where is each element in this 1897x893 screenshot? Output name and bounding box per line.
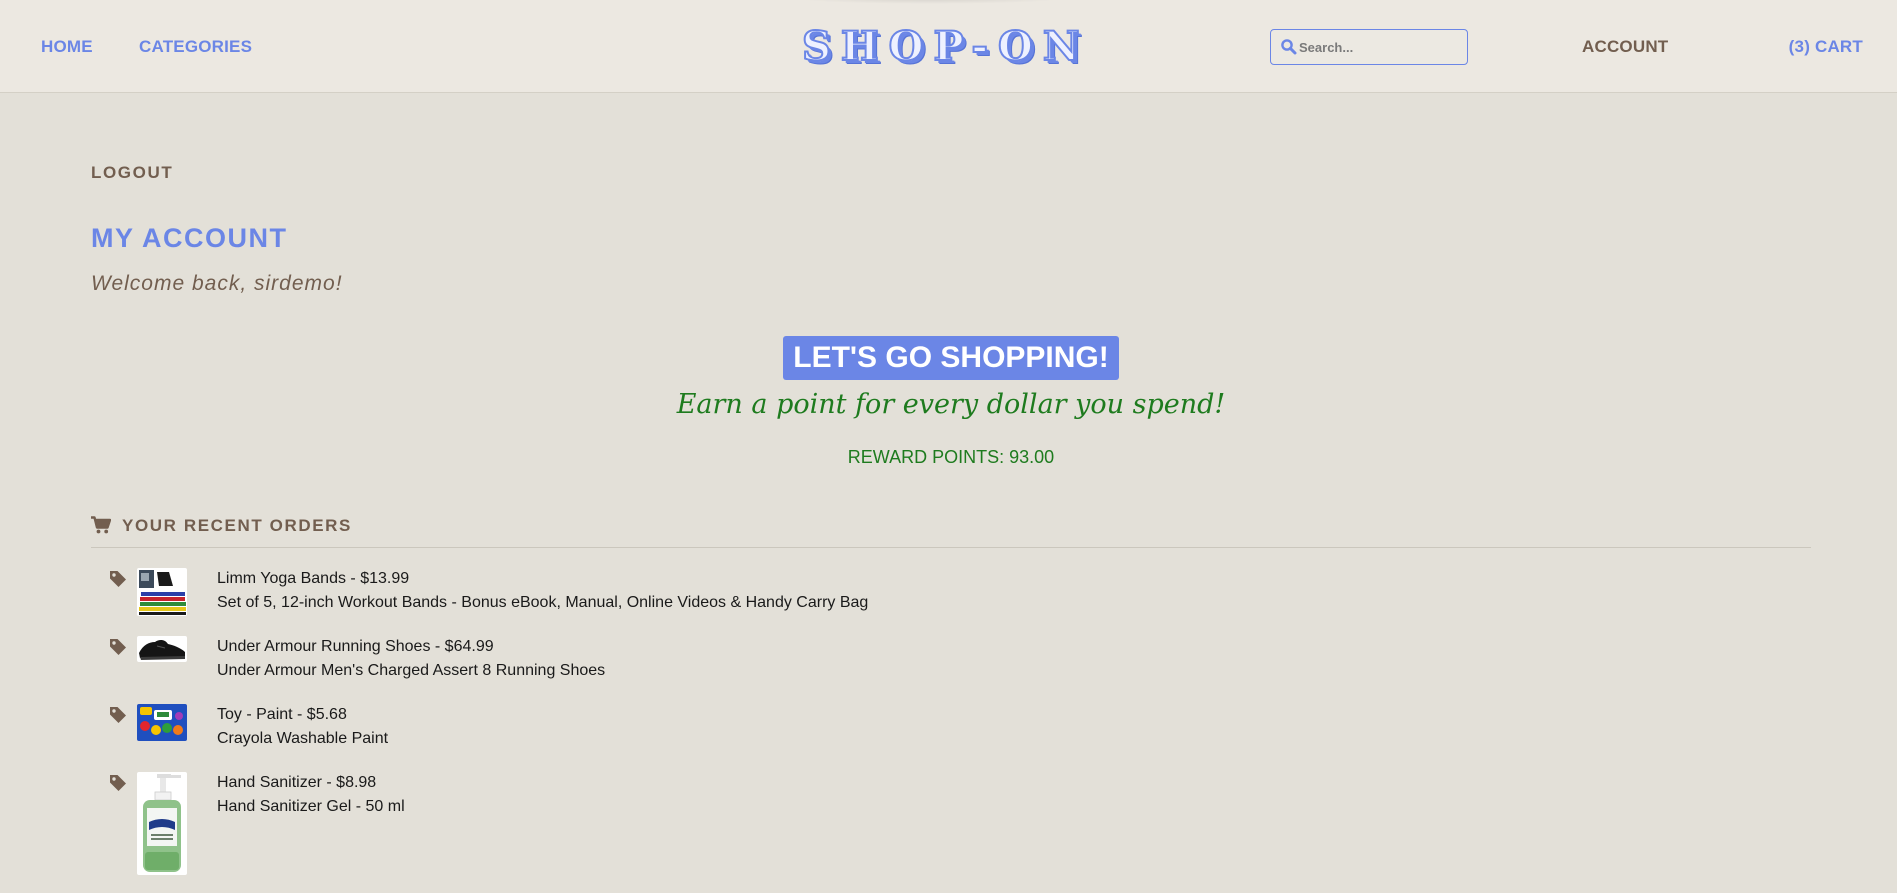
order-description: Crayola Washable Paint	[217, 730, 389, 747]
order-title[interactable]: Limm Yoga Bands - $13.99	[217, 570, 409, 588]
price-tag-icon	[110, 571, 126, 587]
order-description: Hand Sanitizer Gel - 50 ml	[217, 798, 405, 815]
paint-set-thumbnail[interactable]	[137, 704, 187, 741]
running-shoes-thumbnail[interactable]	[137, 636, 187, 662]
order-title[interactable]: Hand Sanitizer - $8.98	[217, 774, 376, 792]
order-description: Set of 5, 12-inch Workout Bands - Bonus …	[217, 594, 869, 611]
logout-link[interactable]: LOGOUT	[91, 163, 173, 183]
top-navbar: HOME CATEGORIES SHOP-ON ACCOUNT (3) CART	[0, 0, 1897, 93]
hand-sanitizer-thumbnail[interactable]	[137, 772, 187, 875]
recent-orders-title: YOUR RECENT ORDERS	[122, 516, 352, 535]
welcome-message: Welcome back, sirdemo!	[91, 272, 343, 295]
search-box[interactable]	[1270, 29, 1468, 65]
order-item[interactable]: Limm Yoga Bands - $13.99 Set of 5, 12-in…	[109, 568, 1009, 628]
search-icon	[1281, 39, 1297, 55]
search-input[interactable]	[1299, 32, 1463, 62]
lets-go-shopping-button[interactable]: LET'S GO SHOPPING!	[783, 336, 1119, 380]
nav-categories-link[interactable]: CATEGORIES	[139, 37, 252, 57]
nav-account-link[interactable]: ACCOUNT	[1582, 37, 1668, 57]
logo-shadow	[790, 0, 1070, 4]
price-tag-icon	[110, 639, 126, 655]
nav-cart-link[interactable]: (3) CART	[1789, 37, 1863, 57]
nav-home-link[interactable]: HOME	[41, 37, 93, 57]
order-item[interactable]: Toy - Paint - $5.68 Crayola Washable Pai…	[109, 704, 1009, 764]
order-item[interactable]: Under Armour Running Shoes - $64.99 Unde…	[109, 636, 1009, 696]
price-tag-icon	[110, 775, 126, 791]
price-tag-icon	[110, 707, 126, 723]
shopping-cart-icon	[91, 516, 111, 534]
shop-on-logo[interactable]: SHOP-ON	[801, 22, 1102, 72]
page-title: MY ACCOUNT	[91, 223, 288, 253]
order-title[interactable]: Under Armour Running Shoes - $64.99	[217, 638, 494, 656]
earn-points-tagline: Earn a point for every dollar you spend!	[676, 389, 1226, 420]
order-item[interactable]: Hand Sanitizer - $8.98 Hand Sanitizer Ge…	[109, 772, 1009, 877]
order-title[interactable]: Toy - Paint - $5.68	[217, 706, 347, 724]
order-description: Under Armour Men's Charged Assert 8 Runn…	[217, 662, 606, 679]
recent-orders-header: YOUR RECENT ORDERS	[91, 514, 1811, 548]
yoga-bands-thumbnail[interactable]	[137, 568, 187, 616]
reward-points: REWARD POINTS: 93.00	[847, 447, 1055, 467]
